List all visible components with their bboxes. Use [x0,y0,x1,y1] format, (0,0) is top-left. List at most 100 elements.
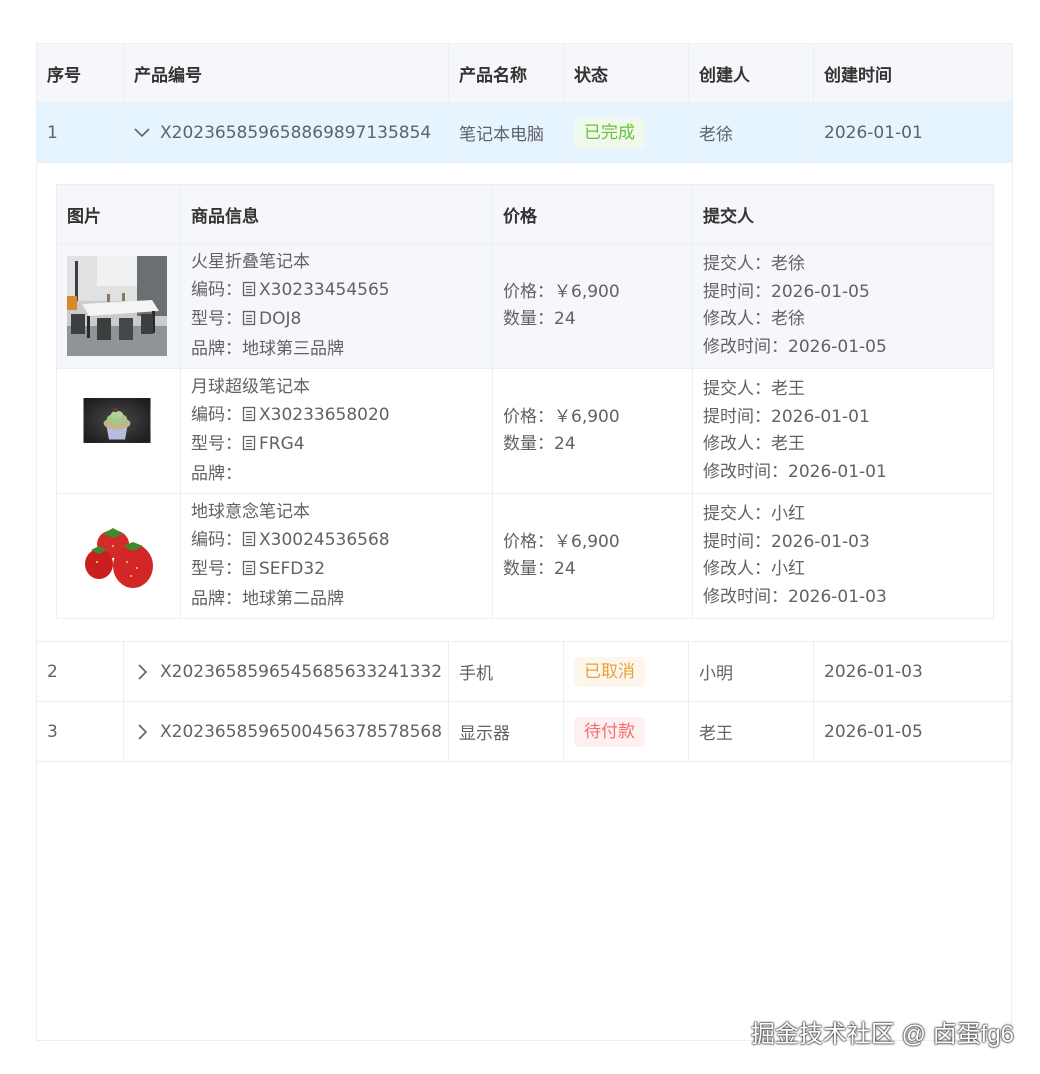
product-title: 月球超级笔记本 [191,377,310,397]
row-index: 3 [36,701,124,762]
modifier-line: 修改人：老徐 [703,306,983,334]
product-model-line: 型号： DOJ8 [191,306,482,336]
submit-time-line: 提时间：2026-01-03 [703,529,983,557]
modifier-label: 修改人： [703,559,771,579]
product-model-line: 型号： SEFD32 [191,556,482,586]
quantity-line: 数量：24 [503,431,682,459]
sub-header-submitter[interactable]: 提交人 [692,184,994,244]
dining-table-photo[interactable] [67,256,167,356]
row-status-cell: 已完成 [563,102,689,163]
document-icon[interactable] [242,433,256,461]
header-status[interactable]: 状态 [563,43,689,103]
submitter-line: 提交人：老王 [703,376,983,404]
submitter-value: 老徐 [771,254,805,274]
product-model: FRG4 [259,434,305,454]
document-icon[interactable] [242,558,256,586]
quantity-value: 24 [554,309,576,329]
modify-time-line: 修改时间：2026-01-05 [703,334,983,362]
brand-label: 品牌： [191,463,242,484]
modifier-value: 小红 [771,559,805,579]
quantity-line: 数量：24 [503,306,682,334]
order-table: 序号 产品编号 产品名称 状态 创建人 创建时间 1 X202365859658… [36,43,1013,762]
header-created-time[interactable]: 创建时间 [813,43,1013,103]
code-label: 编码： [191,529,242,550]
submit-time-line: 提时间：2026-01-01 [703,404,983,432]
sub-table-row[interactable]: 月球超级笔记本 编码： X30233658020 型号： FRG4 品牌： 价格：￥… [56,368,994,494]
document-icon[interactable] [242,529,256,557]
cupcake-photo[interactable] [67,397,167,465]
submit-time-line: 提时间：2026-01-05 [703,279,983,307]
row-creator: 老徐 [688,102,814,163]
chevron-right-icon[interactable] [134,663,148,680]
product-code-line: 编码： X30024536568 [191,527,482,557]
product-info-cell: 月球超级笔记本 编码： X30233658020 型号： FRG4 品牌： [180,368,493,494]
table-header-row: 序号 产品编号 产品名称 状态 创建人 创建时间 [36,43,1013,103]
sub-table-row[interactable]: 火星折叠笔记本 编码： X30233454565 型号： DOJ8 品牌：地球第三品… [56,243,994,369]
product-code: X30233658020 [259,404,390,425]
quantity-label: 数量： [503,434,554,454]
sub-table-row[interactable]: 地球意念笔记本 编码： X30024536568 型号： SEFD32 品牌：地球第… [56,493,994,619]
row-product-name: 笔记本电脑 [448,102,564,163]
submitter-value: 老王 [771,379,805,399]
row-product-code-cell: X20236585965456856332413​32 [123,641,449,702]
submitter-value: 小红 [771,504,805,524]
modifier-label: 修改人： [703,309,771,329]
document-icon[interactable] [242,279,256,307]
product-title: 火星折叠笔记本 [191,252,310,272]
submitter-line: 提交人：小红 [703,501,983,529]
document-icon[interactable] [242,404,256,432]
row-status-cell: 待付款 [563,701,689,762]
table-row[interactable]: 1 X20236585965886989713585​4 笔记本电脑 已完成 老… [36,102,1013,163]
table-row[interactable]: 2 X20236585965456856332413​32 手机 已取消 小明 … [36,641,1013,702]
modifier-value: 老王 [771,434,805,454]
price-cell: 价格：￥6,900 数量：24 [492,243,693,369]
expanded-row: 图片 商品信息 价格 提交人 火星折叠笔记本 编码： X30233454565 … [36,162,1013,642]
quantity-label: 数量： [503,559,554,579]
table-row[interactable]: 3 X20236585965004563785785​68 显示器 待付款 老王… [36,701,1013,762]
product-code: X30233454565 [259,279,390,300]
submit-time-value: 2026-01-01 [771,406,870,427]
document-icon[interactable] [242,308,256,336]
sub-header-price[interactable]: 价格 [492,184,693,244]
product-title: 地球意念笔记本 [191,502,310,522]
chevron-down-icon[interactable] [134,127,150,138]
model-label: 型号： [191,434,242,454]
modify-time-label: 修改时间： [703,586,788,607]
quantity-line: 数量：24 [503,556,682,584]
submit-time-value: 2026-01-03 [771,531,870,552]
sub-header-row: 图片 商品信息 价格 提交人 [56,184,994,244]
row-created-time: 2026-01-01 [813,102,1013,163]
chevron-right-icon[interactable] [134,723,148,740]
quantity-value: 24 [554,559,576,579]
product-info-cell: 火星折叠笔记本 编码： X30233454565 型号： DOJ8 品牌：地球第三品… [180,243,493,369]
product-detail-table: 图片 商品信息 价格 提交人 火星折叠笔记本 编码： X30233454565 … [56,184,994,619]
submitter-label: 提交人： [703,254,771,274]
header-product-name[interactable]: 产品名称 [448,43,564,103]
submitter-cell: 提交人：老王 提时间：2026-01-01 修改人：老王 修改时间：2026-0… [692,368,994,494]
product-code-line: 编码： X30233454565 [191,277,482,307]
strawberries-photo[interactable] [67,506,167,606]
sub-header-image[interactable]: 图片 [56,184,181,244]
brand-label: 品牌： [191,588,242,609]
submitter-label: 提交人： [703,504,771,524]
modify-time-value: 2026-01-01 [788,461,887,482]
header-creator[interactable]: 创建人 [688,43,814,103]
expanded-content: 图片 商品信息 价格 提交人 火星折叠笔记本 编码： X30233454565 … [36,162,1013,642]
submit-time-label: 提时间： [703,281,771,302]
product-image-cell [56,493,181,619]
price-cell: 价格：￥6,900 数量：24 [492,368,693,494]
header-index[interactable]: 序号 [36,43,124,103]
submitter-label: 提交人： [703,379,771,399]
row-product-code-cell: X20236585965886989713585​4 [123,102,449,163]
submitter-cell: 提交人：小红 提时间：2026-01-03 修改人：小红 修改时间：2026-0… [692,493,994,619]
modify-time-line: 修改时间：2026-01-01 [703,459,983,487]
price-value: ￥6,900 [554,406,620,427]
row-created-time: 2026-01-03 [813,641,1013,702]
product-brand-line: 品牌：地球第二品牌 [191,586,482,614]
sub-header-product-info[interactable]: 商品信息 [180,184,493,244]
modify-time-label: 修改时间： [703,461,788,482]
status-badge: 已完成 [574,117,645,148]
price-value: ￥6,900 [554,281,620,302]
modify-time-label: 修改时间： [703,336,788,357]
header-product-code[interactable]: 产品编号 [123,43,449,103]
